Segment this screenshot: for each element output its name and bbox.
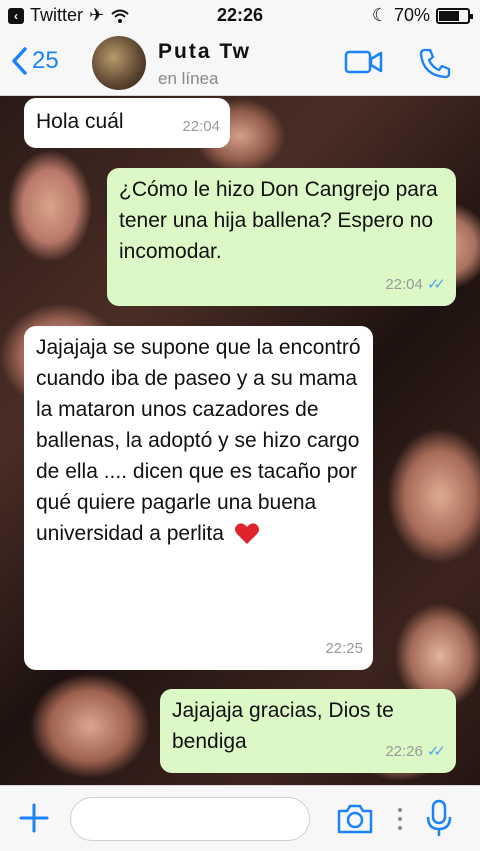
avatar[interactable] — [92, 36, 146, 90]
message-input[interactable] — [70, 797, 310, 841]
unread-count: 25 — [32, 47, 59, 74]
chat-background: Hola cuál 22:04 ¿Cómo le hizo Don Cangre… — [0, 96, 480, 785]
more-dots-icon — [398, 808, 402, 830]
message-text: Jajajaja se supone que la encontró cuand… — [36, 332, 361, 549]
battery-percent: 70% — [393, 5, 430, 25]
message-text: ¿Cómo le hizo Don Cangrejo para tener un… — [119, 178, 438, 263]
plus-icon[interactable] — [18, 802, 50, 834]
microphone-icon[interactable] — [424, 799, 454, 839]
battery-fill — [439, 10, 459, 21]
phone-call-icon[interactable] — [418, 47, 452, 79]
status-right: ☾ 70% — [371, 5, 473, 26]
message-text-body: Jajajaja se supone que la encontró cuand… — [36, 336, 361, 545]
message-bubble[interactable]: Hola cuál 22:04 — [24, 98, 230, 148]
message-bubble[interactable]: Jajajaja gracias, Dios te bendiga 22:26 … — [160, 689, 456, 773]
input-bar — [0, 785, 480, 851]
chat-header: 25 Puta Tw en línea — [0, 30, 480, 96]
back-button[interactable]: 25 — [10, 46, 59, 76]
status-bar: ‹ Twitter ✈ 22:26 ☾ 70% — [0, 0, 480, 30]
message-bubble[interactable]: ¿Cómo le hizo Don Cangrejo para tener un… — [107, 168, 456, 306]
message-time: 22:04 — [385, 276, 423, 293]
read-ticks-icon: ✓✓ — [426, 743, 446, 760]
message-time: 22:26 — [385, 743, 423, 760]
video-call-icon[interactable] — [344, 47, 384, 77]
message-time: 22:04 — [182, 118, 220, 135]
message-meta: 22:26 ✓✓ — [385, 736, 446, 767]
message-time: 22:25 — [325, 640, 363, 657]
contact-status: en línea — [158, 69, 219, 88]
message-meta: 22:04 ✓✓ — [385, 269, 446, 300]
camera-icon[interactable] — [336, 803, 374, 835]
message-meta: 22:25 — [325, 633, 363, 664]
heart-icon — [234, 523, 259, 545]
contact-name[interactable]: Puta Tw — [158, 40, 251, 64]
message-meta: 22:04 — [182, 111, 220, 142]
read-ticks-icon: ✓✓ — [426, 276, 446, 293]
moon-icon: ☾ — [371, 5, 388, 25]
message-bubble[interactable]: Jajajaja se supone que la encontró cuand… — [24, 326, 373, 670]
chevron-left-icon — [12, 47, 27, 75]
battery-icon — [436, 7, 473, 24]
